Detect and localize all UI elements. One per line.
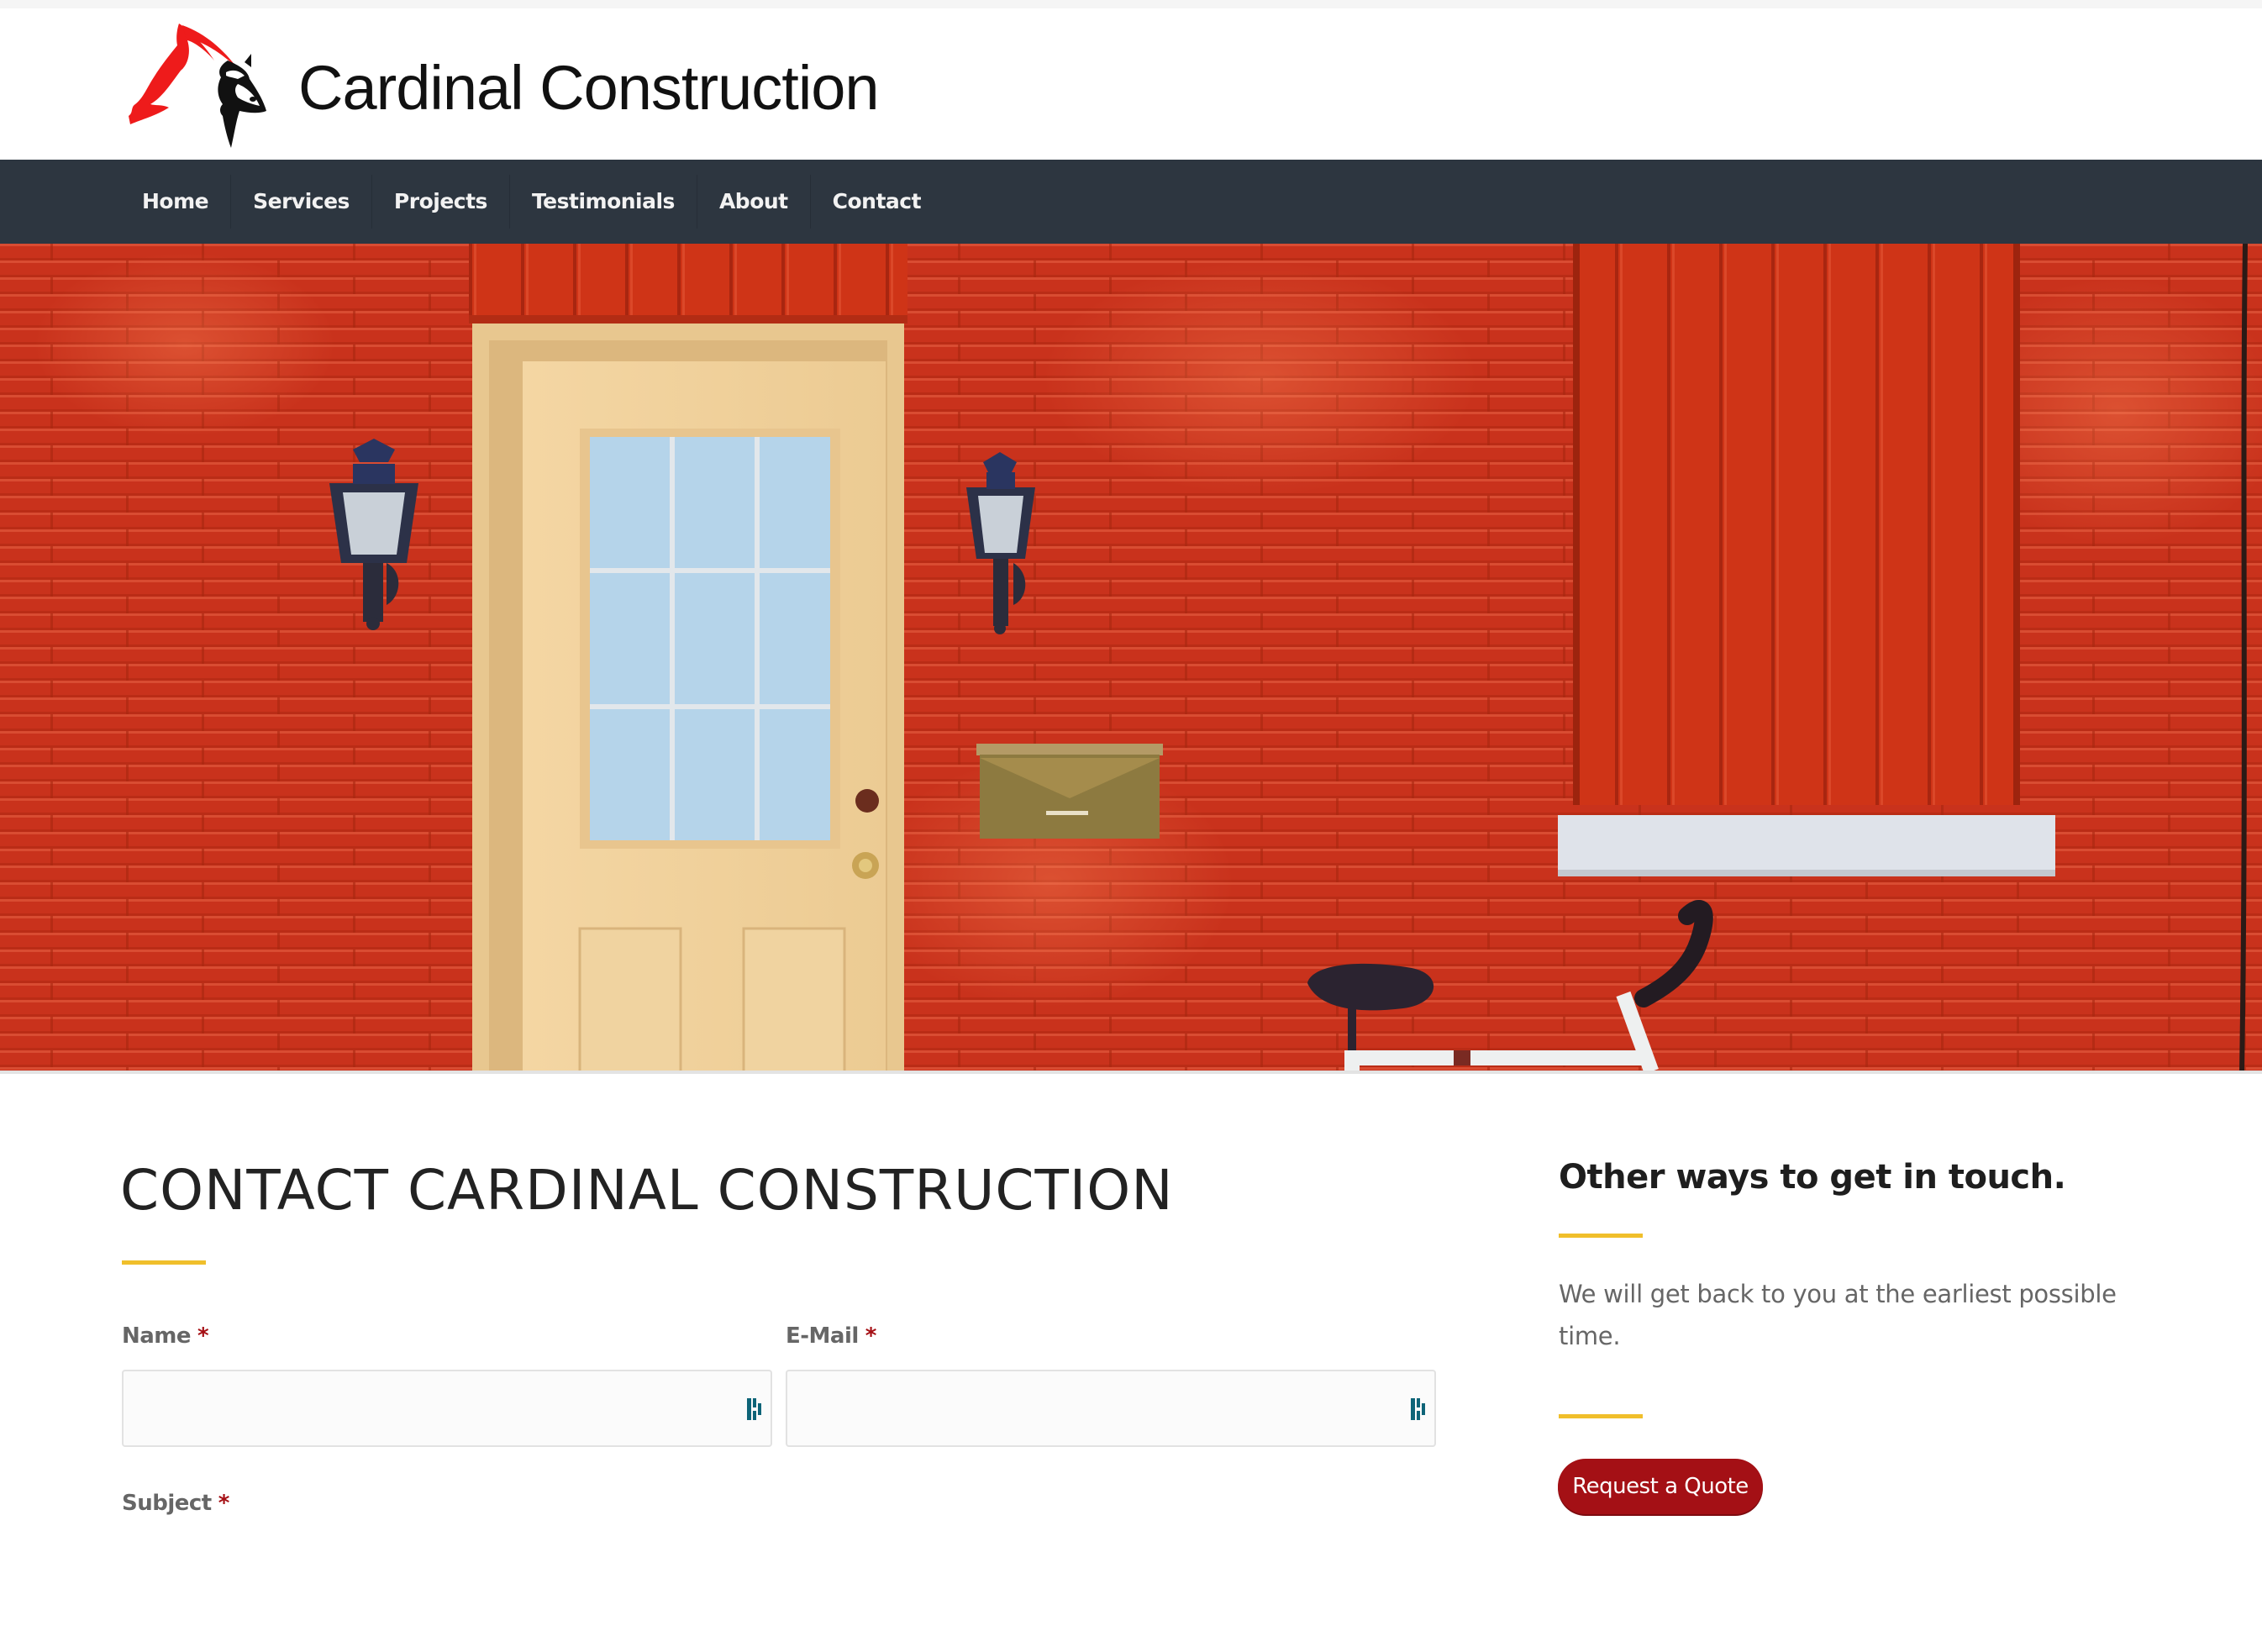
hero-brick-wall-illustration <box>0 244 2262 1071</box>
other-contact-heading: Other ways to get in touch. <box>1559 1158 2066 1197</box>
nav-item-contact[interactable]: Contact <box>809 175 943 229</box>
nav-item-services[interactable]: Services <box>230 175 371 229</box>
nav-list: Home Services Projects Testimonials Abou… <box>122 160 943 244</box>
main-navbar: Home Services Projects Testimonials Abou… <box>0 160 2262 244</box>
hero-image <box>0 244 2262 1074</box>
brand-title: Cardinal Construction <box>298 53 880 123</box>
sidebar-accent-divider-2 <box>1559 1414 1643 1418</box>
mailbox <box>976 744 1163 839</box>
nav-item-projects[interactable]: Projects <box>371 175 509 229</box>
name-field-label: Name * <box>122 1323 209 1349</box>
browser-top-strip <box>0 0 2262 8</box>
nav-item-about[interactable]: About <box>696 175 810 229</box>
required-marker: * <box>218 1491 230 1516</box>
sidebar-accent-divider <box>1559 1234 1643 1238</box>
name-input[interactable] <box>122 1370 772 1447</box>
email-label-text: E-Mail <box>786 1323 859 1349</box>
required-marker: * <box>197 1323 209 1349</box>
name-label-text: Name <box>122 1323 192 1349</box>
required-marker: * <box>865 1323 877 1349</box>
request-quote-button[interactable]: Request a Quote <box>1558 1459 1763 1514</box>
email-field-label: E-Mail * <box>786 1323 876 1349</box>
password-manager-icon[interactable] <box>1409 1397 1428 1422</box>
sidebar-response-text: We will get back to you at the earliest … <box>1559 1280 2117 1350</box>
nav-item-testimonials[interactable]: Testimonials <box>508 175 697 229</box>
nav-item-home[interactable]: Home <box>122 175 230 229</box>
subject-field-label: Subject * <box>122 1491 229 1516</box>
subject-label-text: Subject <box>122 1491 212 1516</box>
email-input[interactable] <box>786 1370 1436 1447</box>
heading-accent-divider <box>122 1260 206 1265</box>
password-manager-icon[interactable] <box>745 1397 764 1422</box>
cardinal-bird-logo-icon <box>129 24 266 148</box>
site-header: Cardinal Construction <box>0 8 2262 160</box>
contact-page-heading: CONTACT CARDINAL CONSTRUCTION <box>120 1158 1174 1223</box>
